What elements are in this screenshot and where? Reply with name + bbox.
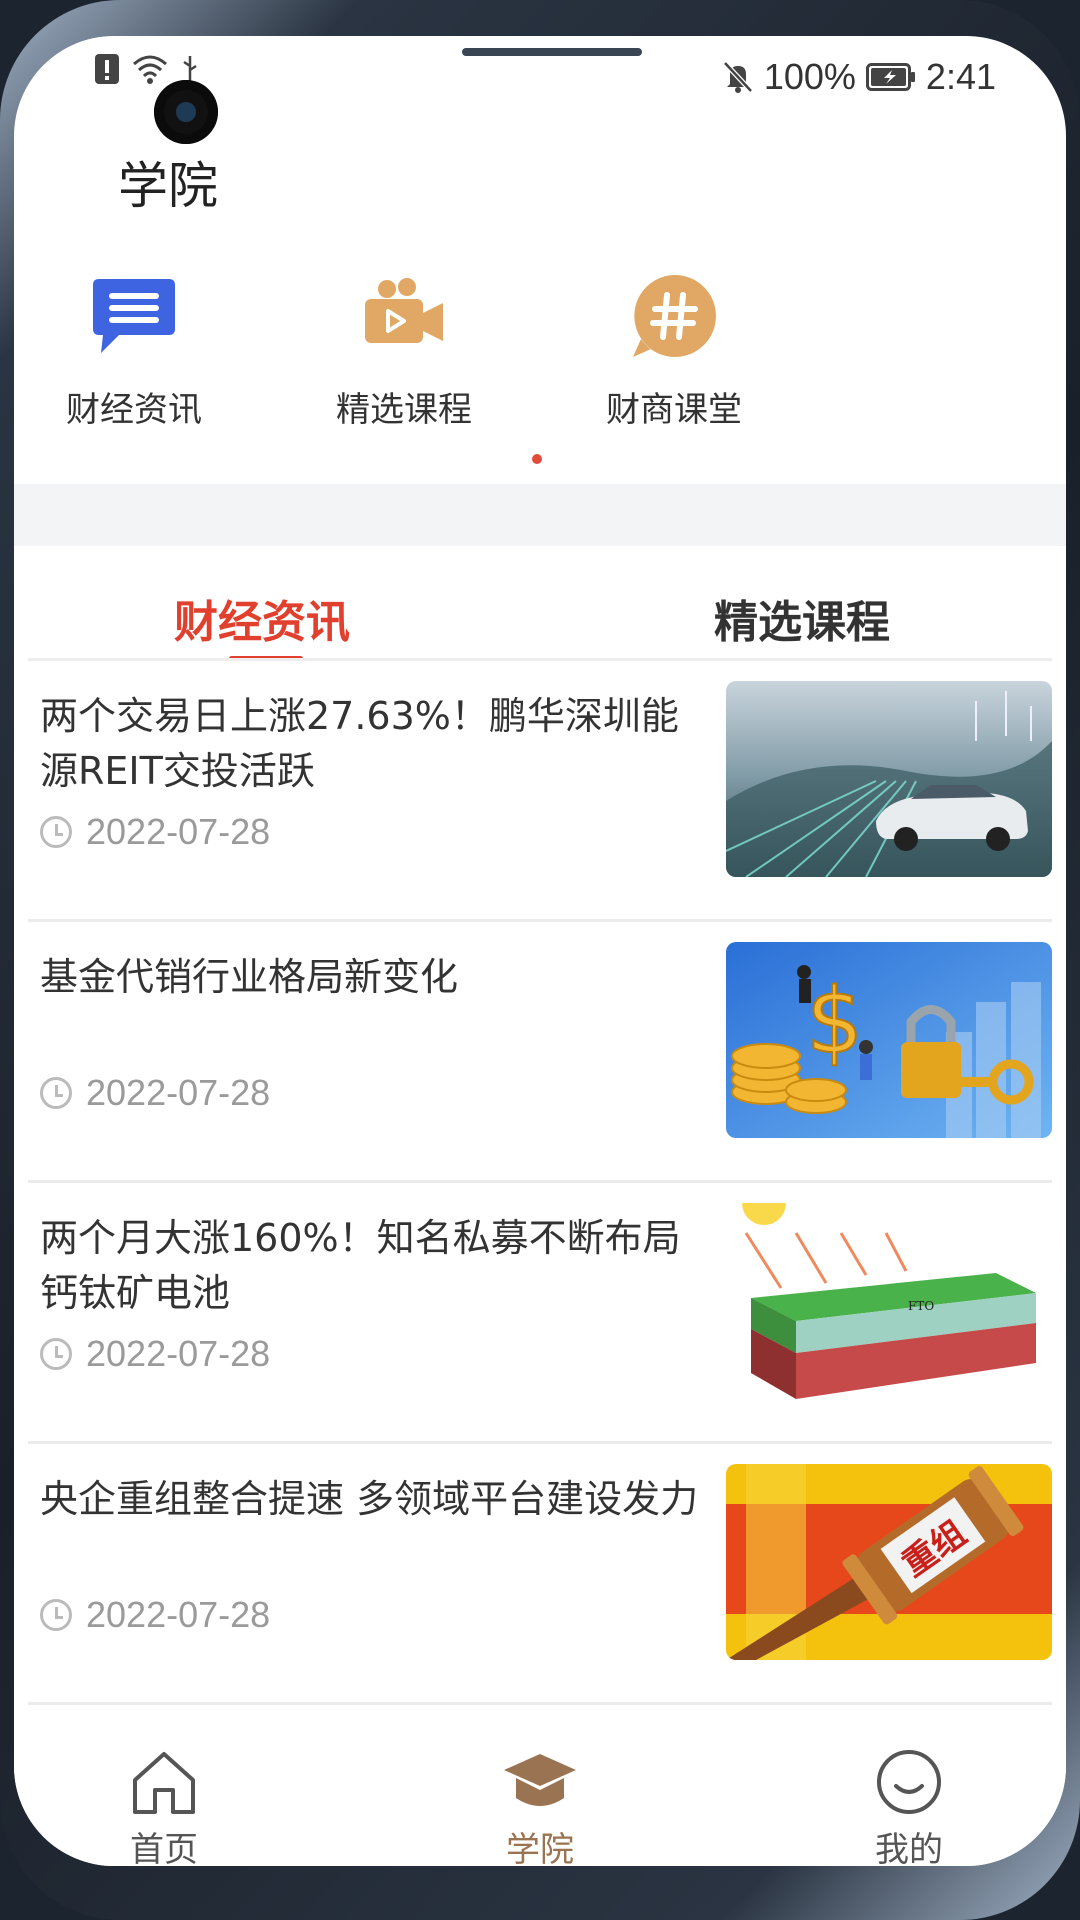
tab-label: 我的 <box>875 1830 943 1866</box>
tab-academy[interactable]: 学院 <box>460 1748 620 1866</box>
clock-icon <box>40 1599 72 1631</box>
news-title: 基金代销行业格局新变化 <box>40 955 459 999</box>
news-date-text: 2022-07-28 <box>86 1072 271 1113</box>
news-item[interactable]: 两个月大涨160%！知名私募不断布局钙钛矿电池 2022-07-28 FTO <box>28 1183 1052 1444</box>
news-date: 2022-07-28 <box>40 1072 270 1114</box>
clock-icon <box>40 816 72 848</box>
news-item[interactable]: 两个交易日上涨27.63%！鹏华深圳能源REIT交投活跃 2022-07-28 <box>28 661 1052 922</box>
quick-nav-label: 精选课程 <box>336 390 472 430</box>
bottom-tab-bar: 首页 学院 我的 <box>14 1736 1066 1866</box>
status-bar: 100% 2:41 <box>14 36 1066 144</box>
news-thumbnail <box>726 681 1052 877</box>
battery-charging-icon <box>865 63 915 91</box>
status-right: 100% 2:41 <box>722 56 996 98</box>
news-title: 两个月大涨160%！知名私募不断布局钙钛矿电池 <box>40 1216 681 1315</box>
clock-time: 2:41 <box>925 56 996 97</box>
news-date-text: 2022-07-28 <box>86 1594 271 1635</box>
page-title: 学院 <box>118 157 218 215</box>
news-date-text: 2022-07-28 <box>86 1333 271 1374</box>
alert-icon <box>95 54 119 84</box>
content-tabs: 财经资讯 精选课程 <box>14 546 1066 661</box>
smile-icon <box>877 1750 941 1814</box>
wifi-icon <box>133 55 167 84</box>
tab-finance-news[interactable]: 财经资讯 <box>174 586 350 650</box>
news-date: 2022-07-28 <box>40 1594 270 1636</box>
news-thumbnail: 重组 <box>726 1464 1052 1660</box>
quick-nav: 财经资讯 精选课程 财商课堂 <box>14 266 1066 476</box>
clock-icon <box>40 1338 72 1370</box>
diagram-label-fto: FTO <box>908 1299 934 1313</box>
quick-nav-label: 财经资讯 <box>66 390 202 430</box>
news-thumbnail: $ <box>726 942 1052 1138</box>
video-camera-icon <box>354 266 454 366</box>
tab-label: 学院 <box>506 1830 574 1866</box>
quick-nav-label: 财商课堂 <box>606 390 742 430</box>
screen: 100% 2:41 学院 财经资讯 精选课程 财商课堂 财经资讯 精选课程 两个… <box>14 36 1066 1866</box>
section-divider <box>14 484 1066 546</box>
bell-off-icon <box>723 61 753 93</box>
news-title: 两个交易日上涨27.63%！鹏华深圳能源REIT交投活跃 <box>40 694 679 793</box>
front-camera <box>154 80 218 144</box>
news-item[interactable]: 央企重组整合提速 多领域平台建设发力 2022-07-28 重组 <box>28 1444 1052 1705</box>
news-date: 2022-07-28 <box>40 1333 270 1375</box>
news-title: 央企重组整合提速 多领域平台建设发力 <box>40 1477 699 1521</box>
news-date-text: 2022-07-28 <box>86 811 271 852</box>
news-list: 两个交易日上涨27.63%！鹏华深圳能源REIT交投活跃 2022-07-28 <box>14 661 1066 1705</box>
battery-percent: 100% <box>763 56 856 97</box>
hashtag-icon <box>624 266 724 366</box>
tab-home[interactable]: 首页 <box>84 1748 244 1866</box>
news-date: 2022-07-28 <box>40 811 270 853</box>
news-item[interactable]: 基金代销行业格局新变化 2022-07-28 $ <box>28 922 1052 1183</box>
tab-selected-courses[interactable]: 精选课程 <box>714 586 890 650</box>
quick-nav-courses[interactable]: 精选课程 <box>294 266 514 431</box>
tab-label: 首页 <box>130 1830 198 1866</box>
clock-icon <box>40 1077 72 1109</box>
svg-text:$: $ <box>806 969 863 1074</box>
quick-nav-class[interactable]: 财商课堂 <box>564 266 784 431</box>
quick-nav-news[interactable]: 财经资讯 <box>24 266 244 431</box>
graduation-cap-icon <box>504 1754 576 1806</box>
home-icon <box>133 1752 195 1814</box>
news-thumbnail: FTO <box>726 1203 1052 1399</box>
message-icon <box>84 266 184 366</box>
tab-me[interactable]: 我的 <box>829 1748 989 1866</box>
page-indicator-dot <box>532 454 542 464</box>
